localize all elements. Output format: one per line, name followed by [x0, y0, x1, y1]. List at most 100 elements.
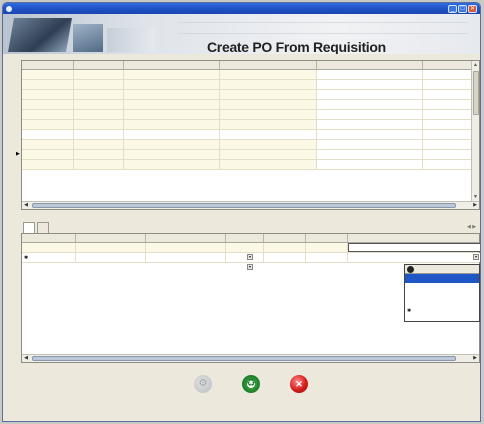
- column-header[interactable]: [124, 61, 220, 69]
- cell[interactable]: [124, 150, 220, 159]
- cell[interactable]: [74, 120, 124, 129]
- cell[interactable]: [22, 120, 74, 129]
- requisition-row[interactable]: [22, 80, 479, 90]
- cell[interactable]: [22, 140, 74, 149]
- local-po-lookup-dropdown[interactable]: ✱: [404, 264, 480, 322]
- cell[interactable]: [124, 80, 220, 89]
- cell[interactable]: [317, 130, 423, 139]
- cell[interactable]: [264, 243, 306, 252]
- column-header[interactable]: [306, 234, 348, 242]
- cell[interactable]: [317, 110, 423, 119]
- scroll-thumb[interactable]: [32, 356, 456, 361]
- po-line-row[interactable]: [22, 243, 480, 253]
- column-header[interactable]: [264, 234, 306, 242]
- cell[interactable]: [74, 130, 124, 139]
- requisition-horizontal-scrollbar[interactable]: ◀ ▶: [22, 201, 479, 209]
- cell[interactable]: [220, 140, 317, 149]
- cell[interactable]: [22, 160, 74, 169]
- close-window-button[interactable]: ✕: [468, 4, 477, 13]
- vendor-dropdown-button[interactable]: ▾: [247, 254, 253, 260]
- cell[interactable]: [146, 253, 226, 262]
- cell[interactable]: [74, 80, 124, 89]
- requisition-row[interactable]: [22, 110, 479, 120]
- scroll-right-arrow[interactable]: ▶: [471, 202, 479, 209]
- close-button[interactable]: [279, 371, 319, 399]
- requisition-row[interactable]: [22, 100, 479, 110]
- lookup-option[interactable]: [405, 283, 479, 292]
- cell[interactable]: [124, 130, 220, 139]
- requisition-grid[interactable]: ▲ ▼ ◀ ▶: [21, 60, 480, 210]
- cell[interactable]: [124, 100, 220, 109]
- cell[interactable]: [317, 140, 423, 149]
- scroll-down-arrow[interactable]: ▼: [472, 193, 479, 201]
- local-po-dropdown-button[interactable]: ▾: [473, 254, 479, 260]
- scroll-thumb[interactable]: [473, 71, 479, 115]
- cell[interactable]: [22, 100, 74, 109]
- cell[interactable]: [76, 253, 146, 262]
- cell[interactable]: [348, 243, 480, 252]
- cell[interactable]: [124, 140, 220, 149]
- title-bar[interactable]: _ □ ✕: [3, 3, 480, 14]
- scroll-left-arrow[interactable]: ◀: [22, 355, 30, 362]
- column-header[interactable]: [74, 61, 124, 69]
- scroll-thumb[interactable]: [32, 203, 456, 208]
- cell[interactable]: [146, 243, 226, 252]
- requisition-row[interactable]: [22, 120, 479, 130]
- cell[interactable]: [226, 243, 264, 252]
- cell[interactable]: [22, 110, 74, 119]
- cell[interactable]: [220, 120, 317, 129]
- cell[interactable]: [22, 70, 74, 79]
- column-header[interactable]: [317, 61, 423, 69]
- tab-details[interactable]: [23, 222, 35, 233]
- vendor-dropdown-button[interactable]: ▾: [247, 264, 253, 270]
- cell[interactable]: [317, 120, 423, 129]
- process-button[interactable]: [183, 371, 223, 399]
- column-header[interactable]: [146, 234, 226, 242]
- cell[interactable]: [22, 90, 74, 99]
- cell[interactable]: [306, 243, 348, 252]
- cell[interactable]: [22, 243, 76, 252]
- requisition-vertical-scrollbar[interactable]: ▲ ▼: [471, 61, 479, 201]
- cell[interactable]: [74, 70, 124, 79]
- requisition-row[interactable]: [22, 140, 479, 150]
- cell[interactable]: [317, 150, 423, 159]
- cell[interactable]: [74, 160, 124, 169]
- requisition-row[interactable]: [22, 70, 479, 80]
- cell[interactable]: [220, 70, 317, 79]
- column-header[interactable]: [22, 234, 76, 242]
- cell[interactable]: [124, 110, 220, 119]
- maximize-button[interactable]: □: [458, 4, 467, 13]
- cell[interactable]: [220, 160, 317, 169]
- scroll-left-arrow[interactable]: ◀: [22, 202, 30, 209]
- po-lines-horizontal-scrollbar[interactable]: ◀ ▶: [22, 354, 479, 362]
- cell[interactable]: [264, 253, 306, 262]
- cell[interactable]: [74, 110, 124, 119]
- column-header[interactable]: [348, 234, 480, 242]
- cell[interactable]: [22, 130, 74, 139]
- cell[interactable]: [317, 160, 423, 169]
- cell[interactable]: [124, 70, 220, 79]
- cell[interactable]: [306, 253, 348, 262]
- requisition-row[interactable]: [22, 150, 479, 160]
- cell[interactable]: [124, 120, 220, 129]
- cell[interactable]: [220, 110, 317, 119]
- cell[interactable]: [220, 130, 317, 139]
- lookup-option[interactable]: [405, 274, 479, 283]
- cell[interactable]: [124, 90, 220, 99]
- column-header[interactable]: [226, 234, 264, 242]
- cell[interactable]: [74, 90, 124, 99]
- cell[interactable]: [220, 90, 317, 99]
- cell[interactable]: [317, 70, 423, 79]
- cell[interactable]: [74, 140, 124, 149]
- cell[interactable]: [124, 160, 220, 169]
- scroll-up-arrow[interactable]: ▲: [472, 61, 479, 69]
- cell[interactable]: [74, 100, 124, 109]
- minimize-button[interactable]: _: [448, 4, 457, 13]
- cell[interactable]: [76, 243, 146, 252]
- cell[interactable]: [317, 80, 423, 89]
- cell[interactable]: [220, 80, 317, 89]
- cell[interactable]: [317, 90, 423, 99]
- cell[interactable]: [220, 150, 317, 159]
- column-header[interactable]: [22, 61, 74, 69]
- cell[interactable]: [317, 100, 423, 109]
